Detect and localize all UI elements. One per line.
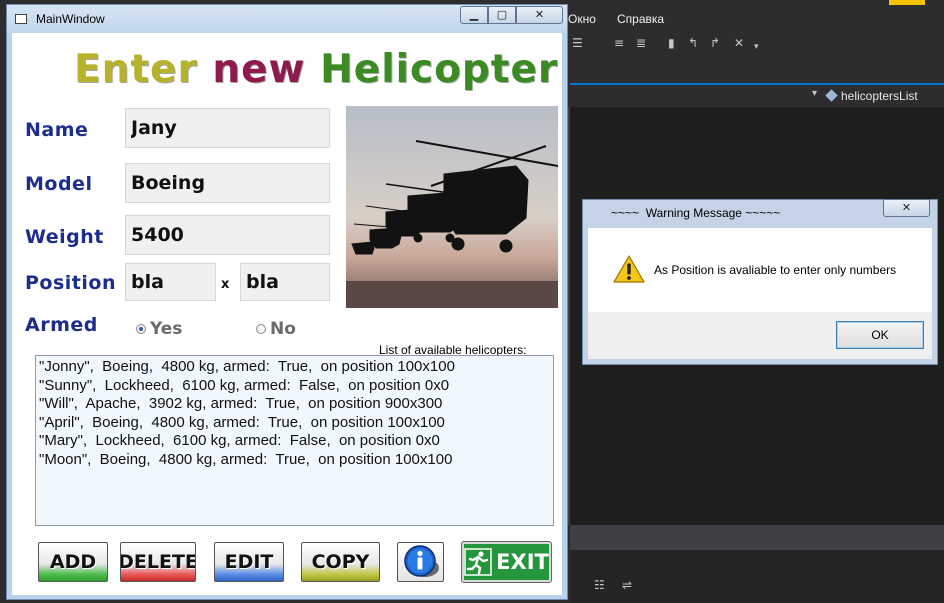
window-app-icon — [15, 14, 27, 24]
maximize-button[interactable]: ▢ — [488, 6, 516, 24]
position-label: Position — [25, 272, 116, 294]
ok-button[interactable]: OK — [836, 321, 924, 349]
dialog-content: As Position is avaliable to enter only n… — [588, 228, 932, 359]
dialog-title: ~~~~ Warning Message ~~~~~ — [611, 206, 781, 220]
list-item[interactable]: "Moon", Boeing, 4800 kg, armed: True, on… — [39, 451, 553, 470]
copy-button[interactable]: COPY — [301, 542, 380, 582]
heading-word-enter: Enter — [74, 47, 198, 92]
list-item[interactable]: "Sunny", Lockheed, 6100 kg, armed: False… — [39, 377, 553, 396]
list-item[interactable]: "Mary", Lockheed, 6100 kg, armed: False,… — [39, 432, 553, 451]
name-field[interactable] — [125, 108, 330, 148]
armed-label: Armed — [25, 314, 98, 336]
name-label: Name — [25, 119, 89, 141]
delete-button[interactable]: DELETE — [120, 542, 196, 582]
toolbar-clear-bookmarks-icon[interactable]: ✕ — [734, 36, 744, 50]
main-window: MainWindow ▁ ▢ ✕ Enter new Helicopter Na… — [6, 4, 568, 600]
field-icon — [825, 89, 838, 102]
toolbar-prev-bookmark-icon[interactable]: ↰ — [688, 36, 698, 50]
dialog-message-area: As Position is avaliable to enter only n… — [588, 228, 932, 312]
exit-button[interactable]: EXIT — [461, 541, 552, 583]
heading-word-new: new — [212, 47, 306, 92]
minimize-button[interactable]: ▁ — [460, 6, 488, 24]
list-item[interactable]: "April", Boeing, 4800 kg, armed: True, o… — [39, 414, 553, 433]
toolbar-list-icon[interactable]: ☰ — [572, 36, 583, 50]
weight-field[interactable] — [125, 215, 330, 255]
helicopter-photo — [346, 106, 558, 308]
running-man-exit-icon — [464, 548, 492, 576]
weight-label: Weight — [25, 226, 104, 248]
main-window-content: Enter new Helicopter Name Model Weight P… — [12, 33, 562, 595]
warning-dialog: ~~~~ Warning Message ~~~~~ ✕ As Position… — [582, 199, 938, 365]
toolbar-outdent-icon[interactable]: ≣ — [636, 36, 646, 50]
info-icon — [403, 545, 439, 577]
dialog-close-button[interactable]: ✕ — [883, 199, 930, 217]
ide-panel-header — [570, 525, 944, 550]
error-list-icon[interactable]: ☷ — [594, 578, 605, 592]
warning-icon — [613, 255, 645, 283]
ide-toolbar: ☰ ≡ ≣ ▮ ↰ ↱ ✕ ▾ — [560, 36, 944, 56]
add-button[interactable]: ADD — [38, 542, 108, 582]
armed-no-label: No — [270, 319, 296, 339]
maximize-icon: ▢ — [496, 8, 508, 21]
word-wrap-icon[interactable]: ⇌ — [622, 578, 632, 592]
main-window-titlebar[interactable]: MainWindow ▁ ▢ ✕ — [7, 5, 567, 33]
position-x-field[interactable] — [125, 263, 216, 301]
toolbar-overflow-icon[interactable]: ▾ — [754, 42, 759, 52]
info-button[interactable] — [397, 542, 444, 582]
toolbar-bookmark-icon[interactable]: ▮ — [668, 36, 675, 50]
close-icon: ✕ — [901, 201, 912, 214]
edit-button[interactable]: EDIT — [214, 542, 284, 582]
chevron-down-icon[interactable]: ▾ — [812, 88, 817, 99]
position-y-field[interactable] — [240, 263, 330, 301]
member-dropdown-label: helicoptersList — [841, 89, 918, 103]
member-dropdown[interactable]: helicoptersList — [825, 86, 918, 106]
close-icon: ✕ — [534, 8, 545, 21]
dialog-message: As Position is avaliable to enter only n… — [654, 263, 897, 277]
model-field[interactable] — [125, 163, 330, 203]
menu-help[interactable]: Справка — [617, 12, 664, 26]
ide-output-panel: ☷ ⇌ — [570, 550, 944, 603]
list-item[interactable]: "Will", Apache, 3902 kg, armed: True, on… — [39, 395, 553, 414]
armed-no-radio[interactable]: No — [256, 319, 296, 339]
helicopters-list[interactable]: "Jonny", Boeing, 4800 kg, armed: True, o… — [35, 355, 554, 526]
page-title: Enter new Helicopter — [74, 47, 558, 93]
list-item[interactable]: "Jonny", Boeing, 4800 kg, armed: True, o… — [39, 358, 553, 377]
exit-label: EXIT — [496, 550, 549, 574]
toolbar-indent-icon[interactable]: ≡ — [614, 36, 624, 50]
model-label: Model — [25, 173, 93, 195]
main-window-title: MainWindow — [36, 12, 105, 26]
armed-yes-label: Yes — [150, 319, 183, 339]
radio-checked-icon — [136, 324, 146, 334]
menu-window[interactable]: Окно — [568, 12, 596, 26]
minimize-icon: ▁ — [469, 8, 479, 21]
radio-unchecked-icon — [256, 324, 266, 334]
close-button[interactable]: ✕ — [516, 6, 563, 24]
toolbar-next-bookmark-icon[interactable]: ↱ — [710, 36, 720, 50]
position-separator: x — [221, 277, 230, 292]
ide-notification-badge — [889, 0, 925, 5]
armed-yes-radio[interactable]: Yes — [136, 319, 182, 339]
heading-word-helicopter: Helicopter — [320, 47, 559, 92]
helicopter-formation-photo — [346, 106, 558, 308]
